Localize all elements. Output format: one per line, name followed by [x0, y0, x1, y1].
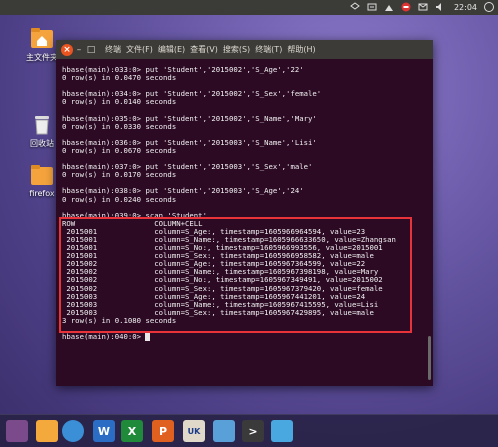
- stop-icon[interactable]: [401, 2, 411, 12]
- ubuntu-logo-icon[interactable]: [6, 420, 28, 442]
- terminal-line: 3 row(s) in 0.1080 seconds: [62, 315, 177, 325]
- text-cursor: [145, 333, 151, 342]
- menu-edit[interactable]: 编辑(E): [158, 44, 185, 55]
- terminal-line: hbase(main):040:0>: [62, 332, 423, 342]
- menu-title: 终端: [105, 45, 121, 54]
- terminal-line: 0 row(s) in 0.0240 seconds: [62, 194, 177, 204]
- dock-glyph: P: [158, 424, 168, 438]
- writer-icon[interactable]: W: [93, 420, 115, 442]
- terminal-line: 0 row(s) in 0.0330 seconds: [62, 121, 177, 131]
- menu-view[interactable]: 查看(V): [190, 44, 218, 55]
- menu-search[interactable]: 搜索(S): [223, 44, 250, 55]
- terminal-line: 0 row(s) in 0.0140 seconds: [62, 97, 177, 107]
- calc-icon[interactable]: X: [121, 420, 143, 442]
- menu-help[interactable]: 帮助(H): [287, 44, 315, 55]
- terminal-line: 0 row(s) in 0.0170 seconds: [62, 170, 177, 180]
- maximize-icon[interactable]: □: [85, 44, 97, 56]
- volume-icon[interactable]: [435, 2, 445, 12]
- terminal-line: 0 row(s) in 0.0470 seconds: [62, 73, 177, 83]
- terminal-icon[interactable]: >: [242, 420, 264, 442]
- network-icon[interactable]: [384, 2, 394, 12]
- desktop-icon-label: 回收站: [30, 139, 54, 148]
- home-folder-icon: [30, 26, 54, 50]
- uk-bag-icon[interactable]: UK: [183, 420, 205, 442]
- menu-file[interactable]: 文件(F): [126, 44, 153, 55]
- chromium-icon[interactable]: [62, 420, 84, 442]
- top-panel: 22:04: [0, 0, 498, 15]
- minimize-icon[interactable]: –: [73, 44, 85, 56]
- terminal-output[interactable]: hbase(main):033:0> put 'Student','201500…: [62, 65, 423, 382]
- input-method-icon[interactable]: [367, 2, 377, 12]
- impress-icon[interactable]: P: [152, 420, 174, 442]
- power-icon[interactable]: [484, 2, 494, 12]
- firefox-icon: [30, 163, 54, 187]
- dock: W X P UK >: [0, 414, 498, 447]
- menu-terminal[interactable]: 终端(T): [255, 44, 282, 55]
- clock[interactable]: 22:04: [454, 3, 477, 12]
- terminal-scrollbar[interactable]: [428, 336, 431, 380]
- files-icon[interactable]: [36, 420, 58, 442]
- close-icon[interactable]: ×: [61, 43, 73, 56]
- desktop-icon-label: 主文件夹: [26, 53, 58, 62]
- dock-glyph: UK: [187, 426, 201, 436]
- mail-indicator-icon[interactable]: [418, 2, 428, 12]
- screenshot-icon[interactable]: [271, 420, 293, 442]
- desktop-icon-label: firefox: [29, 189, 55, 198]
- dropbox-icon[interactable]: [350, 2, 360, 12]
- terminal-window: × – □ 终端 文件(F) 编辑(E) 查看(V) 搜索(S) 终端(T) 帮…: [56, 40, 433, 386]
- dock-glyph: X: [127, 424, 137, 438]
- terminal-titlebar[interactable]: × – □ 终端 文件(F) 编辑(E) 查看(V) 搜索(S) 终端(T) 帮…: [56, 40, 433, 59]
- dock-glyph: >: [248, 424, 258, 438]
- terminal-menubar: 终端 文件(F) 编辑(E) 查看(V) 搜索(S) 终端(T) 帮助(H): [105, 44, 316, 55]
- mail-icon[interactable]: [213, 420, 235, 442]
- system-tray: 22:04: [350, 2, 494, 12]
- dock-glyph: W: [97, 424, 111, 438]
- trash-icon: [30, 112, 54, 136]
- terminal-line: 0 row(s) in 0.0670 seconds: [62, 145, 177, 155]
